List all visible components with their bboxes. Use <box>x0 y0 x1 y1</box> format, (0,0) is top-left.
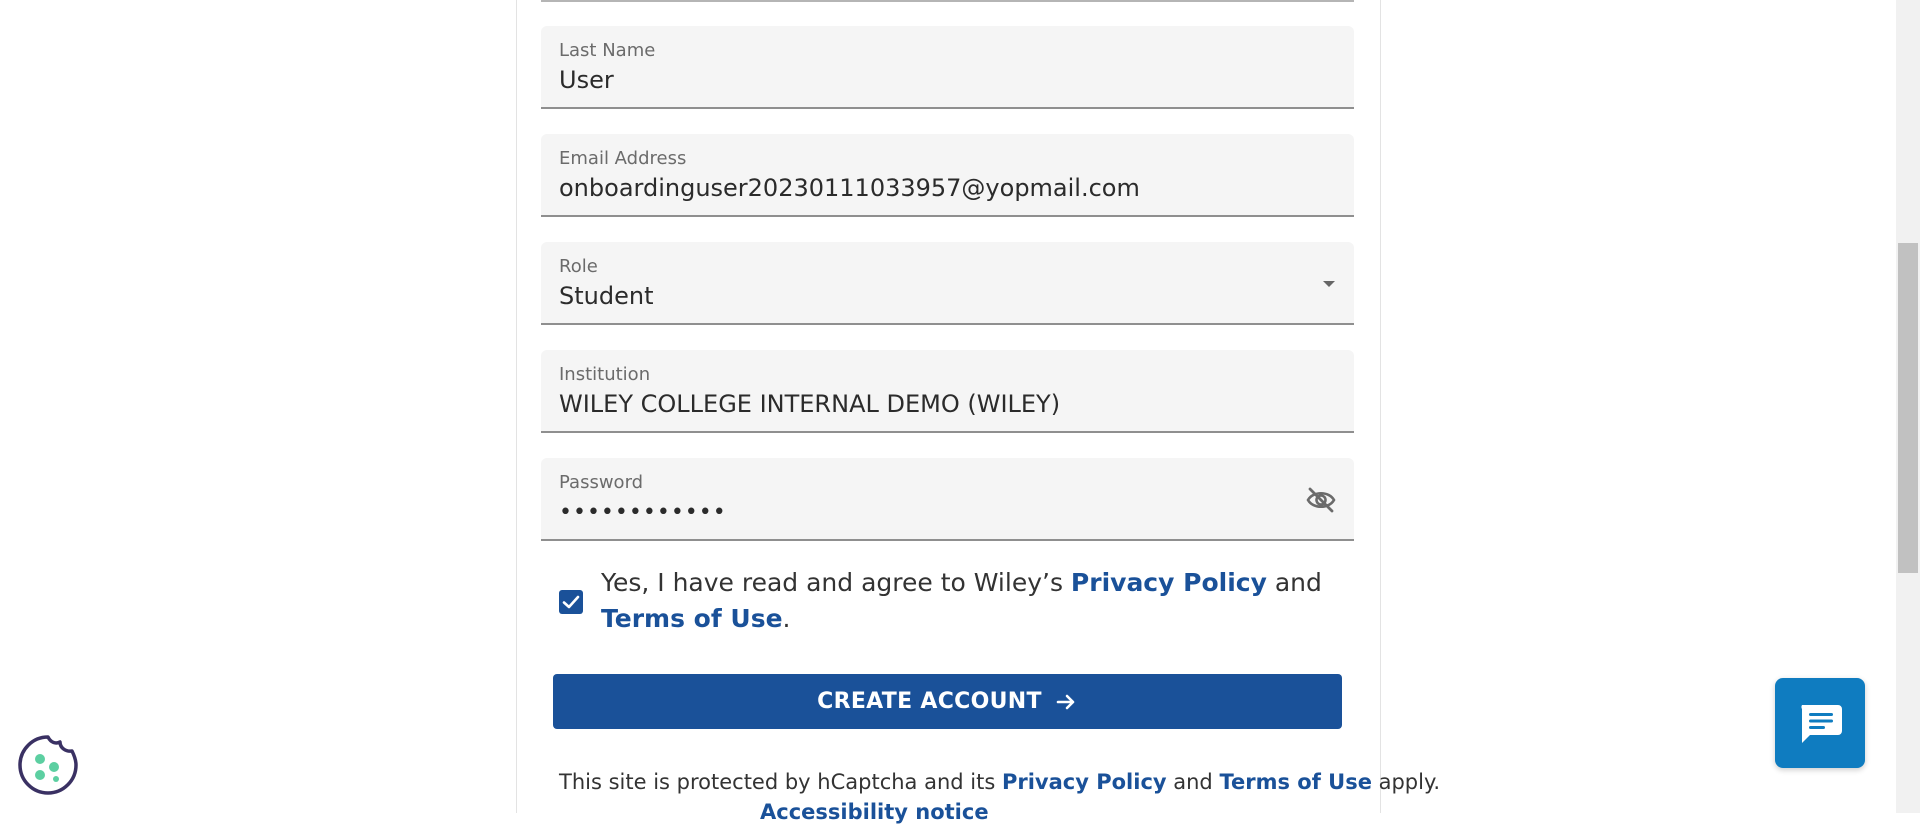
agreement-suffix: . <box>782 604 791 633</box>
last-name-field[interactable]: Last Name User <box>541 26 1354 109</box>
role-value[interactable]: Student <box>559 282 653 310</box>
checkmark-icon <box>562 595 580 609</box>
captcha-privacy-link[interactable]: Privacy Policy <box>1002 770 1167 794</box>
cookie-icon <box>18 735 78 795</box>
terms-of-use-link[interactable]: Terms of Use <box>601 604 783 633</box>
arrow-right-icon <box>1054 690 1078 714</box>
scrollbar-thumb[interactable] <box>1898 243 1918 573</box>
agreement-text: Yes, I have read and agree to Wiley’s Pr… <box>601 565 1361 637</box>
cookie-settings-button[interactable] <box>16 733 80 797</box>
chat-bubble-icon <box>1801 705 1842 743</box>
captcha-suffix: apply. <box>1371 770 1441 794</box>
captcha-prefix: This site is protected by hCaptcha and i… <box>559 770 1002 794</box>
privacy-policy-link[interactable]: Privacy Policy <box>1071 568 1267 597</box>
agreement-prefix: Yes, I have read and agree to Wiley’s <box>601 568 1071 597</box>
captcha-terms-link[interactable]: Terms of Use <box>1219 770 1372 794</box>
password-label: Password <box>559 472 644 493</box>
captcha-notice: This site is protected by hCaptcha and i… <box>559 770 1440 794</box>
password-value[interactable]: •••••••••••• <box>559 500 727 525</box>
email-label: Email Address <box>559 148 687 169</box>
email-value[interactable]: onboardinguser20230111033957@yopmail.com <box>559 174 1140 202</box>
institution-label: Institution <box>559 364 651 385</box>
role-select[interactable]: Role Student <box>541 242 1354 325</box>
create-account-label: CREATE ACCOUNT <box>817 689 1042 714</box>
last-name-value[interactable]: User <box>559 66 614 94</box>
captcha-middle: and <box>1166 770 1220 794</box>
chat-button[interactable] <box>1775 678 1865 768</box>
agree-checkbox[interactable] <box>559 590 583 614</box>
agreement-middle: and <box>1266 568 1322 597</box>
accessibility-notice-link[interactable]: Accessibility notice <box>760 800 989 824</box>
institution-field[interactable]: Institution WILEY COLLEGE INTERNAL DEMO … <box>541 350 1354 433</box>
role-label: Role <box>559 256 598 277</box>
email-field[interactable]: Email Address onboardinguser202301110339… <box>541 134 1354 217</box>
create-account-button[interactable]: CREATE ACCOUNT <box>553 674 1342 729</box>
password-field[interactable]: Password •••••••••••• <box>541 458 1354 541</box>
last-name-label: Last Name <box>559 40 656 61</box>
eye-off-icon[interactable] <box>1305 486 1337 514</box>
institution-value[interactable]: WILEY COLLEGE INTERNAL DEMO (WILEY) <box>559 390 1060 418</box>
previous-field-edge <box>541 0 1354 2</box>
chevron-down-icon[interactable] <box>1323 281 1335 287</box>
